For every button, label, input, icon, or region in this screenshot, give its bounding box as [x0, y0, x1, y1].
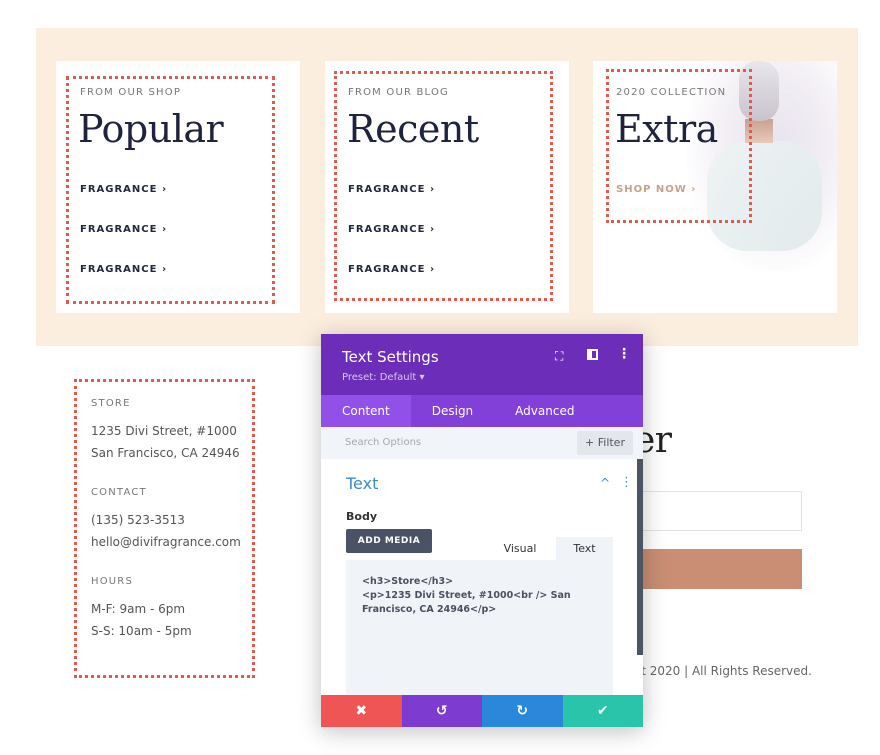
- tab-text[interactable]: Text: [556, 537, 613, 560]
- card-link[interactable]: FRAGRANCE ›: [348, 264, 435, 275]
- store-city: San Francisco, CA 24946: [91, 446, 240, 460]
- card-link[interactable]: FRAGRANCE ›: [80, 224, 167, 235]
- split-view-icon[interactable]: [587, 349, 598, 360]
- card-eyebrow: FROM OUR BLOG: [348, 87, 449, 98]
- card-eyebrow: 2020 COLLECTION: [616, 87, 727, 98]
- card-recent: FROM OUR BLOG Recent FRAGRANCE › FRAGRAN…: [325, 61, 569, 313]
- card-link[interactable]: FRAGRANCE ›: [80, 184, 167, 195]
- scrollbar[interactable]: [637, 459, 643, 655]
- preset-dropdown[interactable]: Preset: Default ▾: [342, 372, 424, 383]
- contact-label: CONTACT: [91, 487, 147, 498]
- hours-label: HOURS: [91, 576, 134, 587]
- filter-button[interactable]: + Filter: [577, 431, 633, 455]
- panel-title: Text Settings: [342, 348, 439, 366]
- card-link[interactable]: FRAGRANCE ›: [348, 184, 435, 195]
- tab-advanced[interactable]: Advanced: [494, 395, 595, 427]
- card-link[interactable]: FRAGRANCE ›: [348, 224, 435, 235]
- hours-weekend: S-S: 10am - 5pm: [91, 624, 192, 638]
- card-link[interactable]: FRAGRANCE ›: [80, 264, 167, 275]
- search-options-bar: Search Options + Filter: [321, 427, 643, 459]
- section-title: Text: [346, 474, 379, 493]
- more-options-icon[interactable]: ⋮: [617, 346, 631, 362]
- card-title: Extra: [615, 107, 718, 151]
- add-media-button[interactable]: ADD MEDIA: [346, 529, 432, 553]
- store-address: 1235 Divi Street, #1000: [91, 424, 237, 438]
- collapse-icon[interactable]: ^: [600, 476, 610, 490]
- tab-visual[interactable]: Visual: [485, 537, 555, 560]
- copyright: ght 2020 | All Rights Reserved.: [626, 664, 812, 678]
- email: hello@divifragrance.com: [91, 535, 241, 549]
- newsletter-email-input[interactable]: [630, 491, 802, 531]
- fullscreen-icon[interactable]: ⛶: [555, 349, 563, 364]
- body-label: Body: [346, 510, 377, 523]
- save-button[interactable]: ✔: [562, 695, 643, 727]
- card-eyebrow: FROM OUR SHOP: [80, 87, 182, 98]
- body-code-editor[interactable]: <h3>Store</h3> <p>1235 Divi Street, #100…: [346, 560, 613, 695]
- phone: (135) 523-3513: [91, 513, 185, 527]
- cancel-button[interactable]: ✖: [321, 695, 402, 727]
- card-title: Recent: [347, 107, 479, 151]
- card-popular: FROM OUR SHOP Popular FRAGRANCE › FRAGRA…: [56, 61, 300, 313]
- subscribe-button[interactable]: [630, 549, 802, 589]
- panel-footer: ✖ ↺ ↻ ✔: [321, 695, 643, 727]
- undo-button[interactable]: ↺: [401, 695, 482, 727]
- section-menu-icon[interactable]: ⋮: [620, 475, 633, 490]
- redo-button[interactable]: ↻: [482, 695, 563, 727]
- text-settings-panel: Text Settings Preset: Default ▾ ⛶ ⋮ Cont…: [321, 334, 643, 727]
- tab-design[interactable]: Design: [411, 395, 494, 427]
- card-extra: 2020 COLLECTION Extra SHOP NOW ›: [593, 61, 837, 313]
- panel-tabs: Content Design Advanced: [321, 395, 643, 427]
- shop-now-link[interactable]: SHOP NOW ›: [616, 184, 696, 195]
- tab-content[interactable]: Content: [321, 395, 411, 427]
- store-label: STORE: [91, 398, 131, 409]
- hours-weekday: M-F: 9am - 6pm: [91, 602, 186, 616]
- panel-header: Text Settings Preset: Default ▾ ⛶ ⋮: [321, 334, 643, 395]
- search-input[interactable]: Search Options: [345, 437, 421, 448]
- card-title: Popular: [78, 107, 224, 151]
